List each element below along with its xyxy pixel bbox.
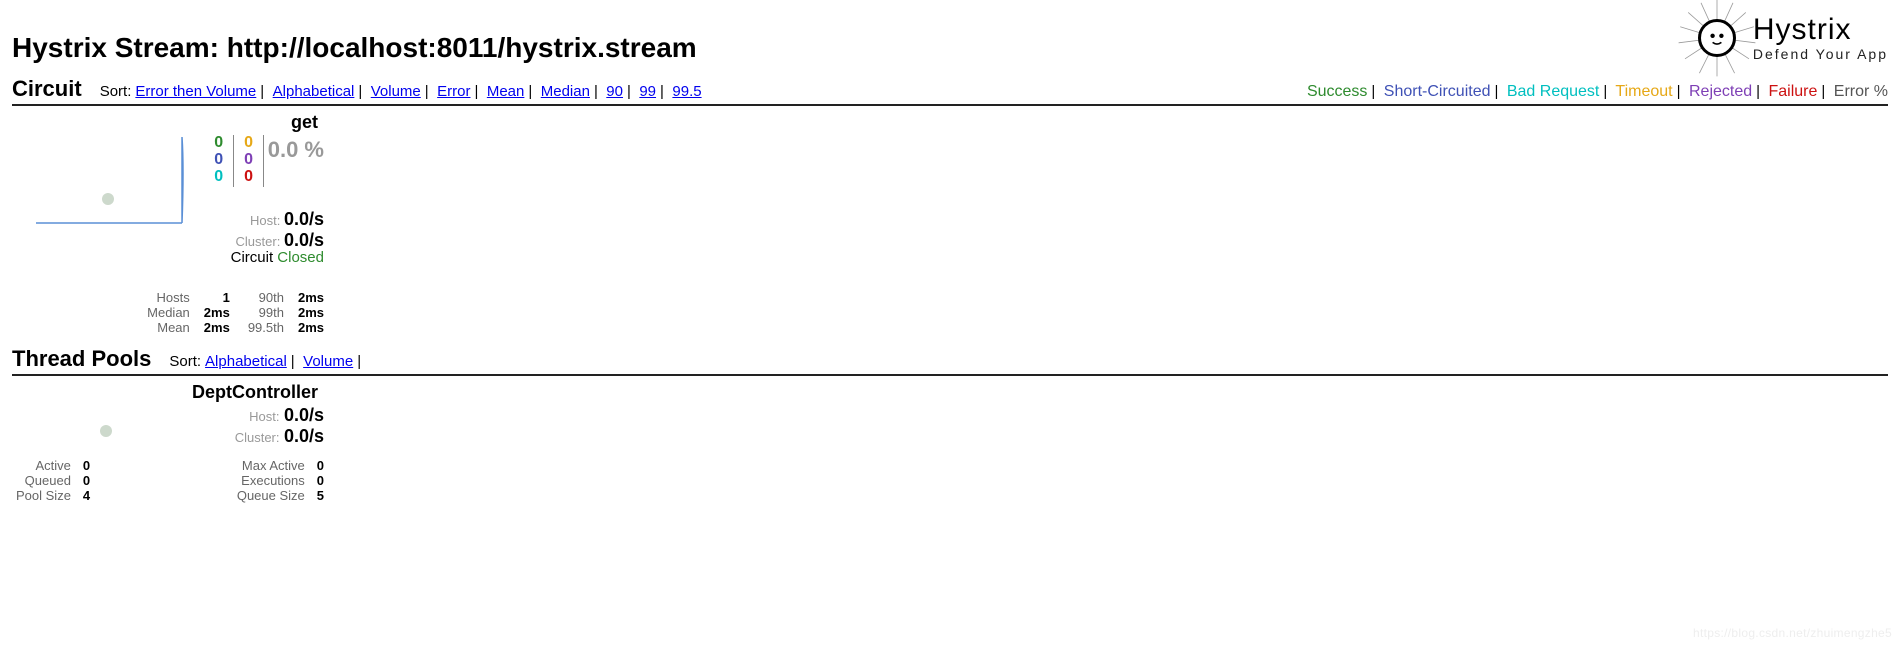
watermark: https://blog.csdn.net/zhuimengzhe5 (1693, 626, 1892, 640)
count-reject: 0 (244, 152, 253, 169)
sort-99[interactable]: 99 (639, 83, 656, 100)
error-pct: 0.0 % (268, 137, 324, 163)
legend-fail: Failure (1769, 83, 1818, 100)
circuit-legend: Success| Short-Circuited| Bad Request| T… (1307, 83, 1888, 101)
pool-sort-label: Sort: (169, 353, 201, 370)
request-counters: 0 0 0 0 0 0 (214, 135, 266, 187)
cluster-rate: 0.0/s (284, 230, 324, 250)
legend-reject: Rejected (1689, 83, 1752, 100)
count-success: 0 (214, 135, 223, 152)
pool-host-rate: 0.0/s (284, 405, 324, 425)
legend-badreq: Bad Request (1507, 83, 1600, 100)
pool-cluster-rate: 0.0/s (284, 426, 324, 446)
circuit-title: Circuit (12, 76, 82, 102)
pool-host-label: Host: (249, 409, 279, 424)
hystrix-logo: Hystrix Defend Your App (1689, 10, 1888, 66)
host-rate: 0.0/s (284, 209, 324, 229)
page-title: Hystrix Stream: http://localhost:8011/hy… (12, 32, 697, 64)
circuit-state: Closed (277, 249, 324, 266)
circuit-monitor-get: get 0 0 0 0 0 0 0.0 % Host: 0.0/s Cluste… (12, 112, 328, 336)
sort-label: Sort: (100, 83, 132, 100)
count-badreq: 0 (214, 169, 223, 186)
legend-success: Success (1307, 83, 1367, 100)
pool-monitor-deptcontroller: DeptController Host: 0.0/s Cluster: 0.0/… (12, 382, 328, 504)
sort-mean[interactable]: Mean (487, 83, 525, 100)
pool-stats: Active Queued Pool Size 0 0 4 Max Active… (12, 459, 328, 504)
legend-timeout: Timeout (1615, 83, 1672, 100)
sort-error[interactable]: Error (437, 83, 470, 100)
logo-title: Hystrix (1753, 15, 1888, 45)
pool-traffic-circle-icon (100, 425, 112, 437)
circuit-state-label: Circuit (231, 249, 274, 266)
cluster-label: Cluster: (236, 234, 281, 249)
pool-sort-alphabetical[interactable]: Alphabetical (205, 353, 287, 370)
legend-short: Short-Circuited (1384, 83, 1491, 100)
sparkline (36, 137, 184, 225)
sort-995[interactable]: 99.5 (672, 83, 701, 100)
pool-title: Thread Pools (12, 346, 151, 372)
pool-name: DeptController (12, 382, 322, 403)
pool-section-bar: Thread Pools Sort: Alphabetical| Volume| (12, 346, 1888, 376)
circuit-name: get (12, 112, 322, 133)
traffic-circle-icon (102, 193, 114, 205)
host-label: Host: (250, 213, 280, 228)
sort-90[interactable]: 90 (606, 83, 623, 100)
latency-stats: Hosts Median Mean 1 2ms 2ms 90th 99th 99… (12, 291, 328, 336)
pool-cluster-label: Cluster: (235, 430, 280, 445)
count-fail: 0 (244, 169, 253, 186)
sort-error-volume[interactable]: Error then Volume (135, 83, 256, 100)
porcupine-icon (1689, 10, 1745, 66)
logo-subtitle: Defend Your App (1753, 47, 1888, 61)
legend-errpct: Error % (1834, 83, 1888, 100)
sort-alphabetical[interactable]: Alphabetical (273, 83, 355, 100)
sort-median[interactable]: Median (541, 83, 590, 100)
pool-sort-volume[interactable]: Volume (303, 353, 353, 370)
sort-volume[interactable]: Volume (371, 83, 421, 100)
circuit-section-bar: Circuit Sort: Error then Volume| Alphabe… (12, 76, 1888, 106)
count-timeout: 0 (244, 135, 253, 152)
count-short: 0 (214, 152, 223, 169)
